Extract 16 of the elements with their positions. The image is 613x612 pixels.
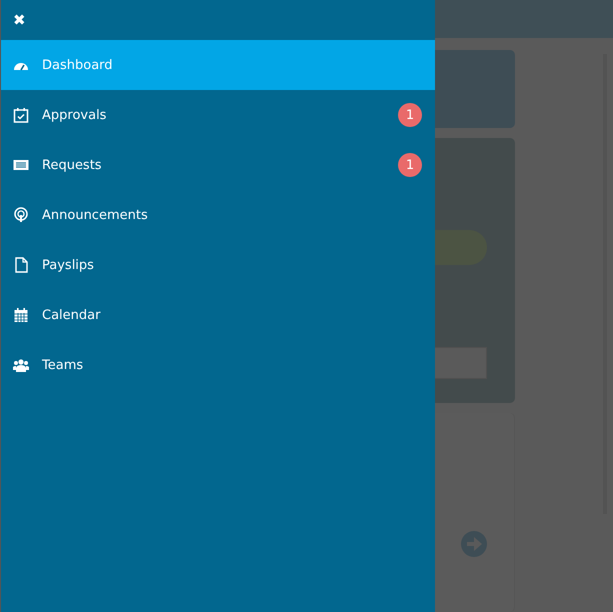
menu-item[interactable]: Payslips xyxy=(1,240,435,290)
arrow-right-icon[interactable] xyxy=(460,530,488,558)
menu-item[interactable]: Teams xyxy=(1,340,435,390)
menu-item[interactable]: Announcements xyxy=(1,190,435,240)
people-icon xyxy=(13,357,29,373)
document-icon xyxy=(13,257,29,273)
menu-item[interactable]: Calendar xyxy=(1,290,435,340)
count-badge: 1 xyxy=(398,103,422,127)
calendar-icon xyxy=(13,307,29,323)
podcast-icon xyxy=(13,207,29,223)
menu-item[interactable]: Requests 1 xyxy=(1,140,435,190)
list-card-icon xyxy=(13,157,29,173)
close-button[interactable]: ✖ xyxy=(11,12,28,28)
count-badge: 1 xyxy=(398,153,422,177)
calendar-check-icon xyxy=(13,107,29,123)
menu-item[interactable]: Approvals 1 xyxy=(1,90,435,140)
